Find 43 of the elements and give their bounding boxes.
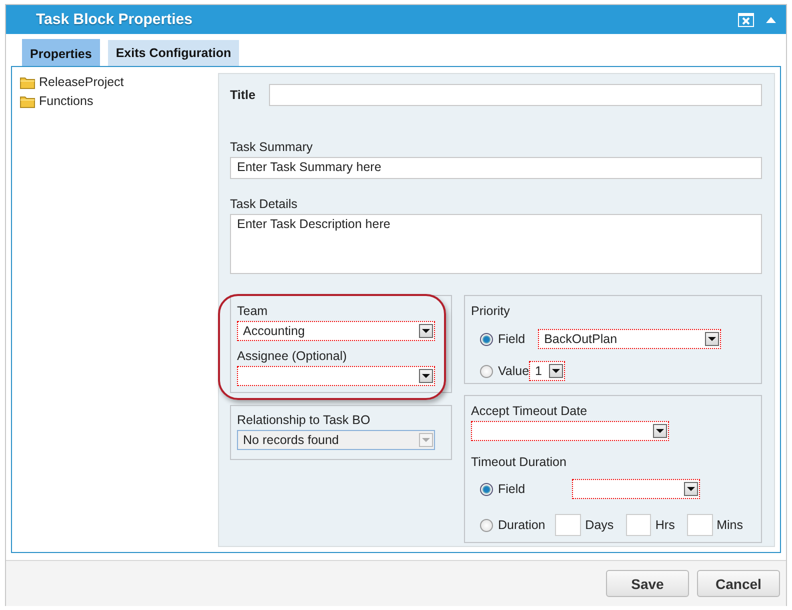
- dropdown-field[interactable]: [572, 479, 700, 499]
- field-label: Timeout Duration: [471, 455, 568, 469]
- number-input[interactable]: [626, 514, 652, 536]
- radio-label: Field: [498, 482, 526, 496]
- dropdown-field[interactable]: Accounting: [237, 321, 435, 341]
- tab[interactable]: Exits Configuration: [108, 40, 240, 66]
- number-input[interactable]: [686, 514, 713, 536]
- tree-item[interactable]: ReleaseProject: [20, 75, 210, 89]
- field-label: Relationship to Task BO: [237, 413, 372, 427]
- field-label: Title: [230, 88, 256, 102]
- summary-input[interactable]: Enter Task Summary here: [230, 157, 762, 179]
- radio-label: Value: [498, 364, 530, 378]
- field-label: Task Summary: [230, 140, 314, 154]
- window-title: Task Block Properties: [36, 11, 194, 28]
- field-label: Team: [237, 304, 269, 318]
- dropdown-field[interactable]: BackOutPlan: [538, 329, 722, 349]
- collapse-icon[interactable]: [766, 16, 776, 23]
- unit-label: Days: [585, 518, 614, 532]
- tab[interactable]: Properties: [22, 39, 100, 66]
- dropdown-field[interactable]: [237, 366, 435, 386]
- details-textarea[interactable]: Enter Task Description here: [230, 214, 762, 274]
- field-label: Accept Timeout Date: [471, 404, 588, 418]
- field-label: Assignee (Optional): [237, 349, 348, 363]
- radio-button[interactable]: [480, 518, 493, 532]
- number-input[interactable]: [555, 514, 582, 536]
- dropdown-field[interactable]: 1: [529, 361, 566, 381]
- radio-button[interactable]: [480, 482, 493, 496]
- folder-icon: [20, 76, 35, 88]
- unit-label: Mins: [716, 518, 744, 532]
- unit-label: Hrs: [655, 518, 675, 532]
- dialog-button[interactable]: Save: [606, 570, 689, 597]
- dialog-button[interactable]: Cancel: [697, 570, 780, 597]
- title-input[interactable]: [269, 84, 762, 106]
- radio-button[interactable]: [480, 364, 493, 378]
- dropdown-field[interactable]: [471, 421, 669, 441]
- radio-label: Field: [498, 332, 526, 346]
- radio-label: Duration: [498, 518, 546, 532]
- field-label: Priority: [471, 304, 511, 318]
- folder-icon: [20, 94, 35, 108]
- radio-button[interactable]: [480, 332, 493, 346]
- field-label: Task Details: [230, 197, 298, 211]
- close-icon[interactable]: [738, 12, 754, 26]
- tree-item[interactable]: Functions: [20, 94, 210, 108]
